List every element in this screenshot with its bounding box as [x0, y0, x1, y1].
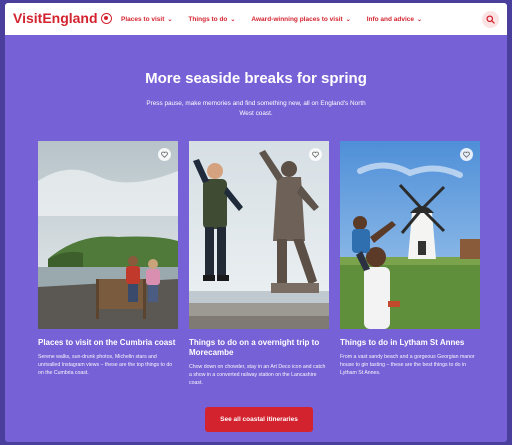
card-title[interactable]: Things to do on a overnight trip to More… [189, 338, 329, 358]
nav-item-label: Info and advice [366, 15, 415, 23]
site-header: VisitEngland Places to visit ⌄ Things to… [5, 3, 507, 35]
nav-item-label: Award-winning places to visit [251, 15, 343, 23]
card-lytham-st-annes[interactable]: Things to do in Lytham St Annes From a v… [340, 141, 480, 377]
section-intro: Press pause, make memories and find some… [146, 100, 366, 117]
card-title[interactable]: Places to visit on the Cumbria coast [38, 338, 178, 348]
see-all-coastal-itineraries-button[interactable]: See all coastal itineraries [205, 407, 313, 432]
page-frame: VisitEngland Places to visit ⌄ Things to… [5, 3, 507, 442]
card-description: Serene walks, sun-drunk photos, Michelin… [38, 354, 173, 376]
heart-icon [312, 151, 319, 158]
card-image[interactable] [38, 141, 178, 329]
chevron-down-icon: ⌄ [345, 16, 351, 23]
nav-item-award-winning[interactable]: Award-winning places to visit ⌄ [251, 16, 350, 23]
search-button[interactable] [482, 11, 499, 28]
nav-item-things-to-do[interactable]: Things to do ⌄ [188, 16, 235, 23]
card-description: Chow down on chowder, stay in an Art Dec… [189, 364, 326, 386]
favourite-button[interactable] [309, 148, 322, 161]
card-title[interactable]: Things to do in Lytham St Annes [340, 338, 480, 348]
brand-name: VisitEngland [13, 10, 98, 26]
card-cumbria-coast[interactable]: Places to visit on the Cumbria coast Ser… [38, 141, 178, 377]
lytham-windmill-photo [340, 141, 480, 329]
cta-label: See all coastal itineraries [220, 416, 298, 423]
card-description: From a vast sandy beach and a gorgeous G… [340, 354, 475, 376]
nav-item-places-to-visit[interactable]: Places to visit ⌄ [121, 16, 172, 23]
favourite-button[interactable] [158, 148, 171, 161]
main-nav: Places to visit ⌄ Things to do ⌄ Award-w… [121, 3, 422, 35]
card-image[interactable] [340, 141, 480, 329]
chevron-down-icon: ⌄ [230, 16, 236, 23]
card-image[interactable] [189, 141, 329, 329]
heart-icon [463, 151, 470, 158]
nav-item-label: Things to do [188, 15, 228, 23]
nav-item-info-and-advice[interactable]: Info and advice ⌄ [367, 16, 422, 23]
card-morecambe[interactable]: Things to do on a overnight trip to More… [189, 141, 329, 387]
chevron-down-icon: ⌄ [417, 16, 423, 23]
morecambe-photo [189, 141, 329, 329]
search-icon [486, 15, 495, 24]
brand-logo[interactable]: VisitEngland [13, 10, 112, 26]
cumbria-coast-photo [38, 141, 178, 329]
section-title: More seaside breaks for spring [145, 70, 367, 87]
brand-mark-icon [100, 12, 112, 24]
heart-icon [161, 151, 168, 158]
favourite-button[interactable] [460, 148, 473, 161]
nav-item-label: Places to visit [121, 15, 165, 23]
chevron-down-icon: ⌄ [167, 16, 173, 23]
